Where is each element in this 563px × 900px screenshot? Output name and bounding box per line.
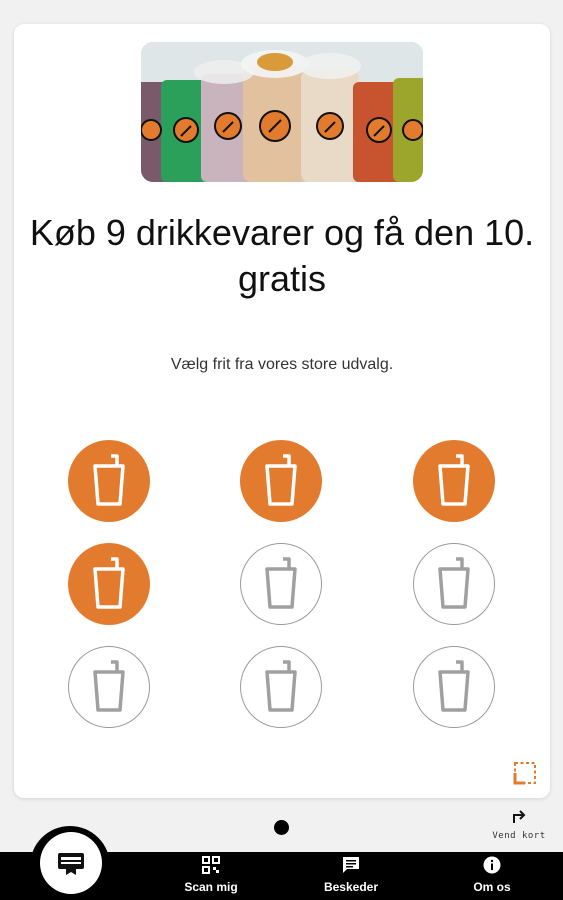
cup-icon <box>434 658 474 716</box>
nav-messages[interactable]: Beskeder <box>311 856 391 894</box>
qr-code-icon <box>202 856 220 874</box>
stamp-empty <box>240 543 322 625</box>
stamp-collected <box>413 440 495 522</box>
drinks-photo <box>141 42 423 182</box>
stamp-empty <box>413 646 495 728</box>
cup-icon <box>261 658 301 716</box>
nav-messages-label: Beskeder <box>323 880 379 894</box>
cup-icon <box>261 452 301 510</box>
stamp-collected <box>68 543 150 625</box>
turn-arrow-icon <box>513 810 526 823</box>
cup-icon <box>434 555 474 613</box>
nav-scan-me-label: Scan mig <box>184 880 238 894</box>
card-title: Køb 9 drikkevarer og få den 10. gratis <box>29 212 535 299</box>
stamp-empty <box>413 543 495 625</box>
flip-card-button[interactable]: Vend kort <box>488 808 550 841</box>
nav-about-us-label: Om os <box>473 880 511 894</box>
cup-icon <box>434 452 474 510</box>
flip-card-label: Vend kort <box>492 831 546 841</box>
page-indicator-dot <box>274 820 289 835</box>
stamp-empty <box>240 646 322 728</box>
nav-about-us[interactable]: Om os <box>452 856 532 894</box>
cup-icon <box>89 555 129 613</box>
cup-icon <box>89 452 129 510</box>
nav-scan-me[interactable]: Scan mig <box>171 856 251 894</box>
stamp-collected <box>240 440 322 522</box>
info-icon <box>483 856 501 874</box>
cup-icon <box>89 658 129 716</box>
home-card-button[interactable] <box>40 832 102 894</box>
loyalty-card-icon <box>58 853 84 875</box>
stamp-empty <box>68 646 150 728</box>
cup-icon <box>261 555 301 613</box>
message-icon <box>343 857 359 873</box>
card-subtitle: Vælg frit fra vores store udvalg. <box>170 356 394 373</box>
stamp-collected <box>68 440 150 522</box>
expand-corner-icon[interactable] <box>512 760 538 786</box>
